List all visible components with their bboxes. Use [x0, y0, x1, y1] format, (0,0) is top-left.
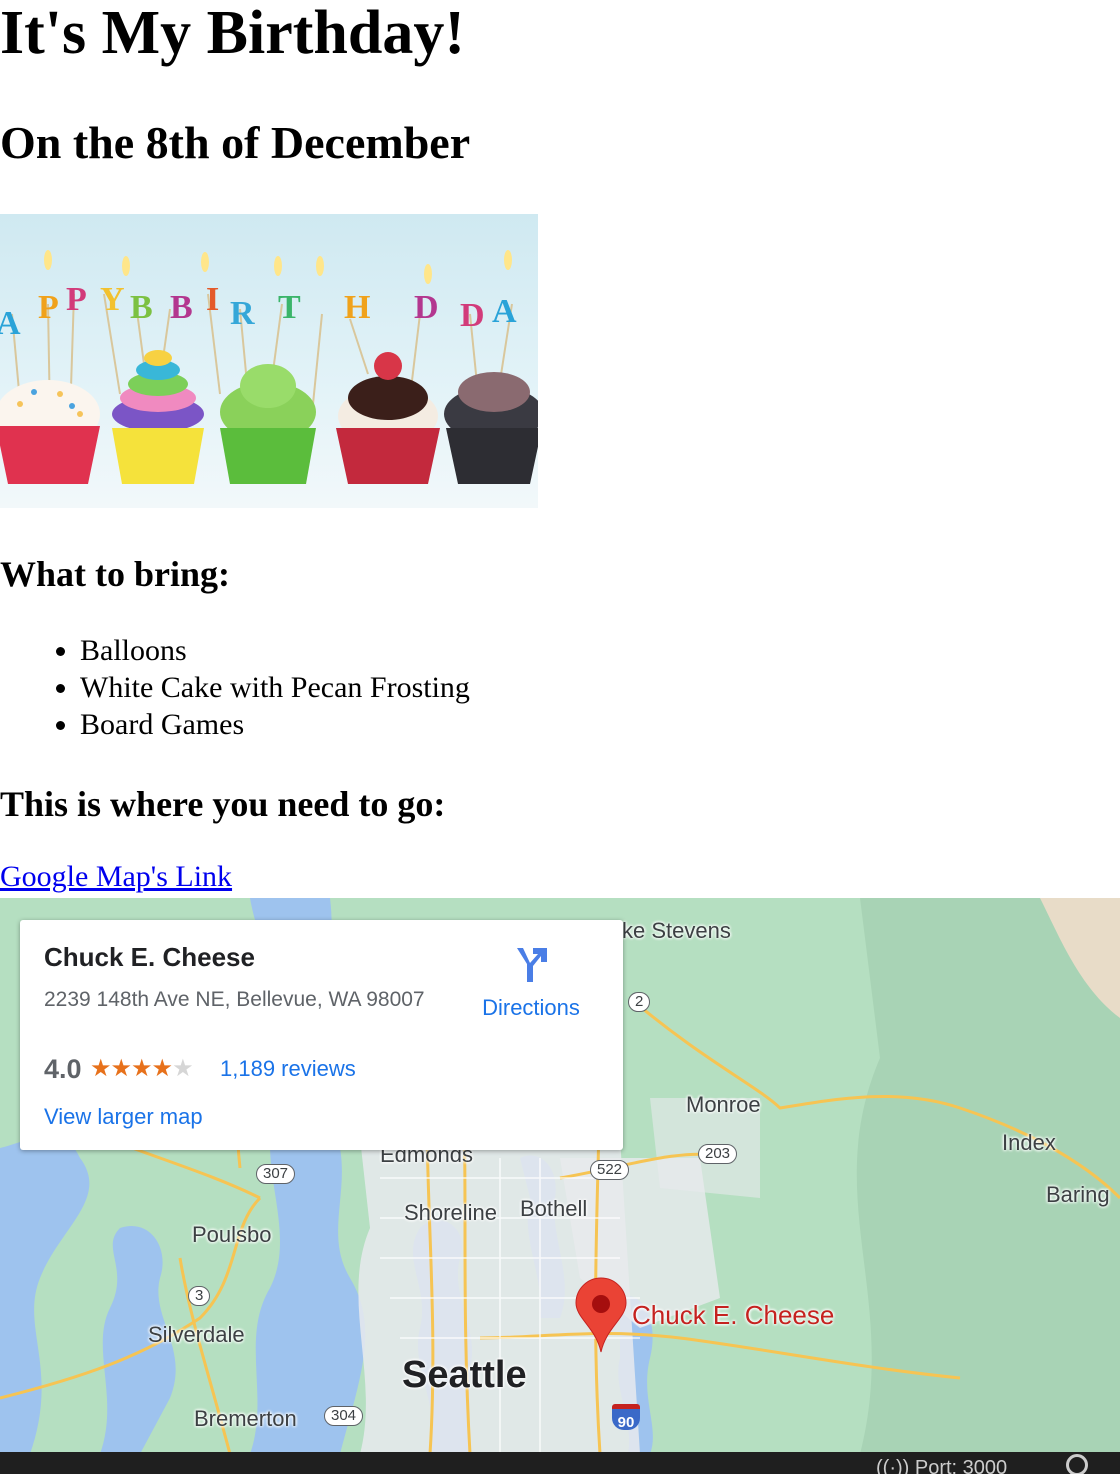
event-date-heading: On the 8th of December [0, 117, 471, 168]
route-shield-203: 203 [698, 1144, 738, 1164]
birthday-banner-image: A P P Y B B I R T H D D A [0, 214, 538, 508]
star-icon: ★ [151, 1055, 173, 1082]
map-label-silverdale: Silverdale [148, 1322, 245, 1347]
svg-text:D: D [460, 297, 485, 334]
route-shield-307: 307 [256, 1164, 296, 1184]
svg-text:R: R [230, 295, 255, 332]
port-indicator[interactable]: ((·)) Port: 3000 [876, 1458, 1007, 1474]
svg-text:T: T [278, 289, 301, 326]
place-name: Chuck E. Cheese [44, 942, 255, 972]
star-icon: ★ [110, 1055, 132, 1082]
map-label-bothell: Bothell [520, 1196, 588, 1221]
place-rating: 4.0 [44, 1054, 82, 1084]
birthday-cupcakes-illustration: A P P Y B B I R T H D D A [0, 250, 538, 484]
svg-text:A: A [0, 305, 21, 342]
route-shield-304: 304 [324, 1406, 364, 1426]
map-info-card: Chuck E. Cheese 2239 148th Ave NE, Belle… [20, 920, 623, 1150]
map-label-bremerton: Bremerton [194, 1406, 297, 1431]
broadcast-icon: ((·)) [876, 1457, 910, 1474]
svg-text:B: B [170, 289, 193, 326]
list-item: White Cake with Pecan Frosting [80, 669, 470, 706]
directions-button[interactable]: Directions [476, 944, 586, 1021]
map-label-poulsbo: Poulsbo [192, 1222, 272, 1247]
svg-text:I: I [206, 281, 219, 318]
svg-text:D: D [414, 289, 439, 326]
rating-stars: ★★★★★ [90, 1054, 194, 1083]
svg-text:A: A [492, 293, 517, 330]
svg-text:H: H [344, 289, 370, 326]
reviews-link[interactable]: 1,189 reviews [220, 1056, 356, 1082]
svg-text:B: B [130, 289, 153, 326]
svg-text:P: P [38, 289, 59, 326]
notification-icon[interactable] [1066, 1454, 1088, 1474]
map-label-baring: Baring [1046, 1182, 1110, 1207]
map-label-index: Index [1002, 1130, 1056, 1155]
google-maps-link[interactable]: Google Map's Link [0, 862, 232, 892]
status-bar: ((·)) Port: 3000 [0, 1452, 1120, 1474]
star-icon: ★ [131, 1055, 152, 1082]
map-label-shoreline: Shoreline [404, 1200, 497, 1225]
map-label-seattle: Seattle [402, 1354, 527, 1396]
page-title: It's My Birthday! [0, 0, 465, 67]
route-shield-522: 522 [590, 1160, 630, 1180]
svg-text:Y: Y [100, 281, 125, 318]
what-to-bring-heading: What to bring: [0, 554, 231, 594]
view-larger-map-link[interactable]: View larger map [44, 1104, 203, 1130]
list-item: Balloons [80, 632, 470, 669]
svg-text:P: P [66, 281, 87, 318]
map-label-lake-stevens: ke Stevens [622, 918, 731, 943]
place-address: 2239 148th Ave NE, Bellevue, WA 98007 [44, 988, 425, 1011]
list-item: Board Games [80, 706, 470, 743]
directions-arrow-icon [517, 948, 547, 982]
star-empty-icon: ★ [172, 1055, 193, 1082]
map-label-monroe: Monroe [686, 1092, 761, 1117]
map-label-poi[interactable]: Chuck E. Cheese [632, 1300, 834, 1331]
port-label: Port: 3000 [914, 1457, 1008, 1474]
star-icon: ★ [90, 1055, 111, 1082]
route-shield-2: 2 [628, 992, 651, 1012]
directions-label: Directions [482, 995, 580, 1020]
route-shield-3: 3 [188, 1286, 211, 1306]
bring-list: Balloons White Cake with Pecan Frosting … [0, 632, 470, 743]
where-to-go-heading: This is where you need to go: [0, 784, 446, 824]
interstate-90-shield: 90 [612, 1404, 640, 1431]
